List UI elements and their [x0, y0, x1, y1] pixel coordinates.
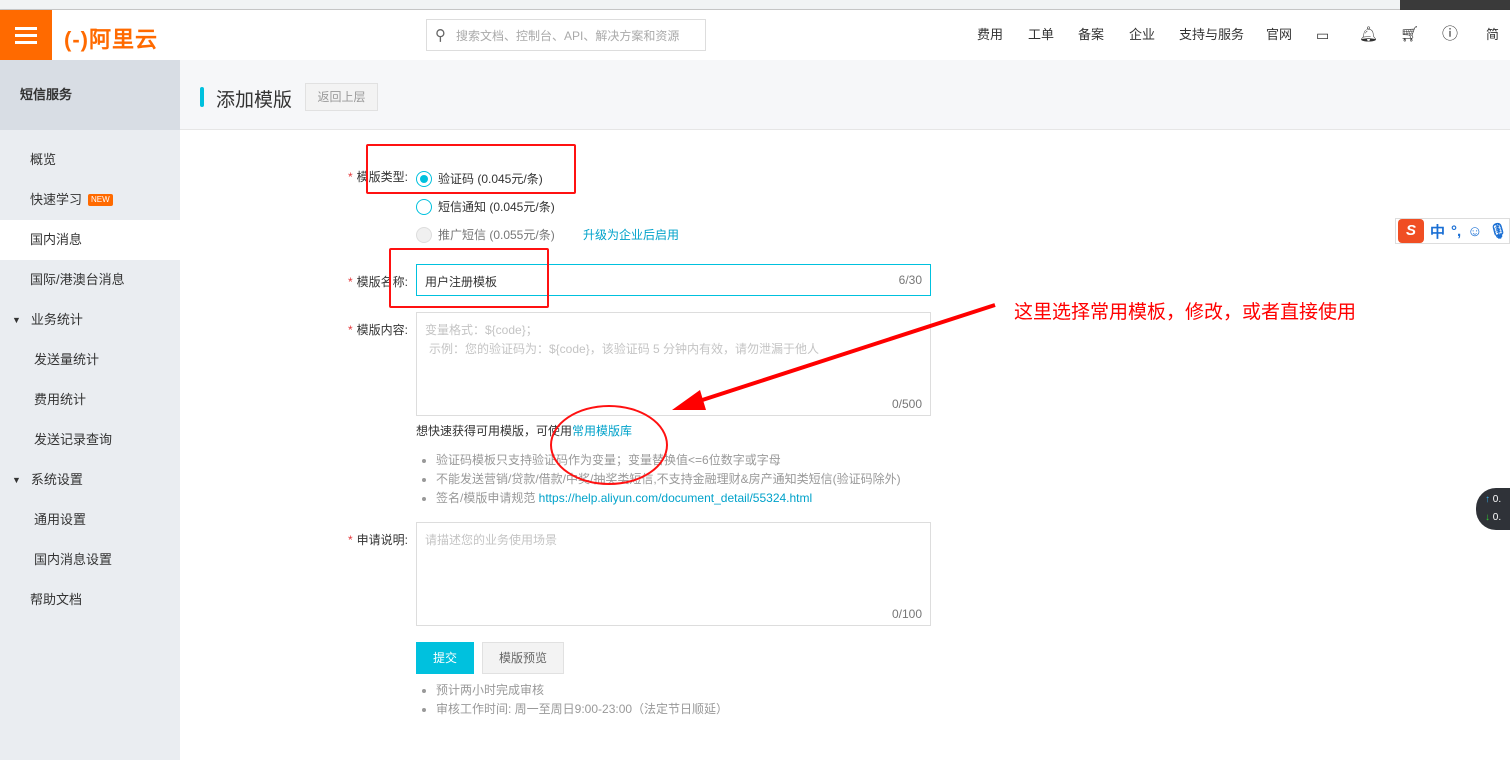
tip: 验证码模板只支持验证码作为变量；变量替换值<=6位数字或字母 [436, 451, 901, 470]
label: 系统设置 [30, 472, 83, 487]
caret-down-icon: ▼ [12, 315, 21, 325]
cart-icon[interactable]: 🛒︎ [1400, 10, 1419, 60]
nav-tickets[interactable]: 工单 [1028, 10, 1054, 60]
radio-promotion: 推广短信 (0.055元/条) [416, 226, 555, 243]
upgrade-link[interactable]: 升级为企业后启用 [583, 226, 679, 243]
ime-punctuation[interactable]: °, [1451, 223, 1461, 240]
reason-textarea[interactable]: 请描述您的业务使用场景 0/100 [416, 522, 931, 626]
system-tray [1400, 0, 1510, 10]
language-switch[interactable]: 简体 [1486, 10, 1510, 92]
sidebar-title: 短信服务 [0, 60, 180, 130]
submit-button[interactable]: 提交 [416, 642, 474, 674]
sidebar-item-quick-learn[interactable]: 快速学习 NEW [0, 180, 180, 220]
nav-support[interactable]: 支持与服务 [1179, 10, 1244, 60]
preview-button[interactable]: 模版预览 [482, 642, 564, 674]
label: 国内消息 [30, 232, 83, 247]
sidebar-item-help[interactable]: 帮助文档 [0, 580, 180, 620]
tip: 审核工作时间: 周一至周日9:00-23:00（法定节日顺延） [436, 700, 728, 719]
annotation-arrow [672, 303, 996, 410]
label: 业务统计 [30, 312, 83, 327]
label: 帮助文档 [30, 592, 83, 607]
content-label: * 模版内容: [347, 323, 408, 337]
download-speed: 0. [1492, 512, 1502, 523]
annotation-box [366, 144, 576, 194]
emoji-icon[interactable]: ☺ [1467, 223, 1482, 240]
label: 发送记录查询 [34, 432, 113, 447]
annotation-box [389, 248, 549, 308]
sidebar-item-cost-stats[interactable]: 费用统计 [0, 380, 180, 420]
radio-icon [416, 198, 432, 215]
sidebar: 短信服务 概览 快速学习 NEW 国内消息 国际/港澳台消息 ▼ 业务统计 发送量统… [0, 60, 180, 760]
review-tips: 预计两小时完成审核 审核工作时间: 周一至周日9:00-23:00（法定节日顺延… [416, 681, 728, 719]
upload-speed: 0. [1492, 494, 1502, 505]
option-label: 短信通知 (0.045元/条) [438, 200, 555, 214]
label: 费用统计 [34, 392, 87, 407]
new-badge: NEW [88, 194, 113, 206]
sidebar-item-general-settings[interactable]: 通用设置 [0, 500, 180, 540]
annotation-circle [550, 405, 668, 485]
label: 国内消息设置 [34, 552, 113, 567]
sogou-logo: S [1398, 219, 1424, 243]
sidebar-item-send-stats[interactable]: 发送量统计 [0, 340, 180, 380]
tip: 不能发送营销/贷款/借款/中奖/抽奖类短信,不支持金融理财&房产通知类短信(验证… [436, 470, 901, 489]
microphone-icon[interactable]: 🎙︎ [1489, 222, 1508, 240]
network-monitor: ↑ 0. ↓ 0. [1476, 488, 1510, 530]
placeholder: 请描述您的业务使用场景 [425, 533, 558, 547]
title-accent [200, 87, 204, 107]
spec-link[interactable]: https://help.aliyun.com/document_detail/… [539, 491, 813, 505]
ime-mode[interactable]: 中 [1430, 221, 1445, 242]
caret-down-icon: ▼ [12, 475, 21, 485]
label-text: 模版内容: [356, 323, 408, 337]
reason-label: * 申请说明: [347, 533, 408, 547]
page-header: 添加模版 返回上层 [180, 60, 1510, 130]
back-button[interactable]: 返回上层 [305, 83, 378, 111]
radio-disabled-icon [416, 226, 432, 243]
label: 发送量统计 [34, 352, 100, 367]
bell-icon[interactable]: 🔔︎ [1359, 10, 1378, 60]
terminal-icon[interactable]: ▭ [1316, 10, 1329, 60]
sidebar-group-stats[interactable]: ▼ 业务统计 [0, 300, 180, 340]
menu-icon[interactable] [0, 10, 52, 60]
sidebar-group-settings[interactable]: ▼ 系统设置 [0, 460, 180, 500]
option-label: 推广短信 (0.055元/条) [438, 228, 555, 242]
page-title: 添加模版 [216, 90, 293, 111]
sidebar-item-international[interactable]: 国际/港澳台消息 [0, 260, 180, 300]
search-icon: ⚲ [435, 27, 446, 44]
aliyun-logo[interactable]: (-)阿里云 [64, 22, 158, 54]
label: 概览 [30, 152, 57, 167]
sidebar-item-overview[interactable]: 概览 [0, 140, 180, 180]
label: 国际/港澳台消息 [30, 272, 125, 287]
download-icon: ↓ [1485, 512, 1490, 523]
nav-fees[interactable]: 费用 [977, 10, 1003, 60]
nav-official[interactable]: 官网 [1266, 10, 1292, 60]
sidebar-item-domestic[interactable]: 国内消息 [0, 220, 180, 260]
browser-bar [0, 0, 1510, 10]
label: 快速学习 [30, 192, 83, 207]
upload-icon: ↑ [1485, 494, 1490, 505]
tip: 签名/模版申请规范 https://help.aliyun.com/docume… [436, 489, 901, 508]
tip: 预计两小时完成审核 [436, 681, 728, 700]
reason-counter: 0/100 [891, 607, 922, 621]
help-icon[interactable]: ⓘ [1442, 10, 1458, 60]
top-header: (-)阿里云 ⚲ 搜索文档、控制台、API、解决方案和资源 费用 工单 备案 企业… [0, 10, 1510, 92]
search-input[interactable]: ⚲ 搜索文档、控制台、API、解决方案和资源 [426, 19, 706, 51]
ime-toolbar[interactable]: S 中 °, ☺ 🎙︎ [1395, 218, 1510, 244]
tip-text: 签名/模版申请规范 [436, 491, 539, 505]
nav-icp[interactable]: 备案 [1078, 10, 1104, 60]
label-text: 申请说明: [356, 533, 408, 547]
annotation-text: 这里选择常用模板，修改，或者直接使用 [1014, 302, 1357, 323]
sidebar-item-send-records[interactable]: 发送记录查询 [0, 420, 180, 460]
sidebar-item-domestic-settings[interactable]: 国内消息设置 [0, 540, 180, 580]
hint-text: 想快速获得可用模版，可使用 [416, 424, 573, 438]
name-counter: 6/30 [898, 273, 922, 287]
radio-notification[interactable]: 短信通知 (0.045元/条) [416, 198, 555, 215]
nav-enterprise[interactable]: 企业 [1129, 10, 1155, 60]
label: 通用设置 [34, 512, 87, 527]
